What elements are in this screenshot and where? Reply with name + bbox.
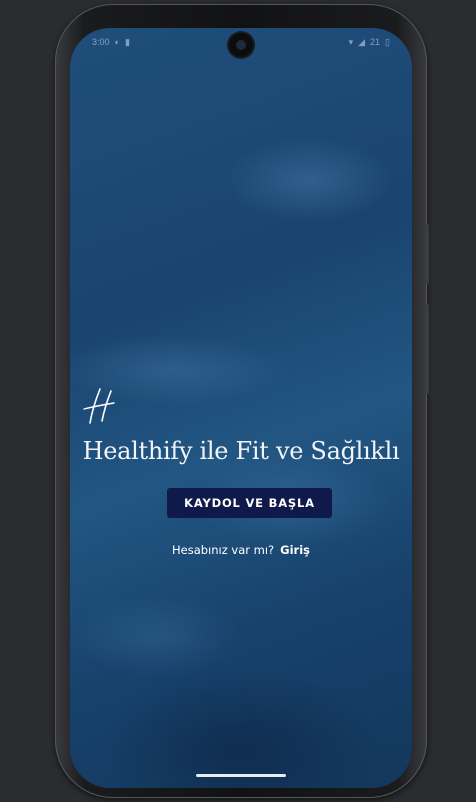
home-indicator[interactable] [196, 774, 286, 777]
login-link[interactable]: Giriş [280, 543, 310, 557]
headline: Healthify ile Fit ve Sağlıklı [82, 437, 400, 465]
battery-icon: ▯ [385, 36, 390, 47]
login-row: Hesabınız var mı? Giriş [70, 543, 412, 557]
healthify-h-logo-icon [83, 388, 115, 424]
wifi-icon: ▾ [348, 36, 354, 47]
signup-button[interactable]: KAYDOL VE BAŞLA [167, 488, 332, 518]
sim-icon: ▮ [124, 36, 130, 47]
signal-icon: ◢ [358, 36, 366, 47]
login-prompt: Hesabınız var mı? [171, 543, 275, 557]
app-screen: 3:00 ◐ ▮ ▾ ◢ 21 ▯ Healthify ile Fit ve S… [70, 28, 412, 788]
front-camera [229, 33, 253, 57]
battery-level: 21 [370, 37, 381, 47]
status-time: 3:00 [92, 37, 110, 47]
volume-button [425, 304, 429, 394]
power-button [425, 224, 429, 284]
notification-icon: ◐ [114, 37, 120, 47]
